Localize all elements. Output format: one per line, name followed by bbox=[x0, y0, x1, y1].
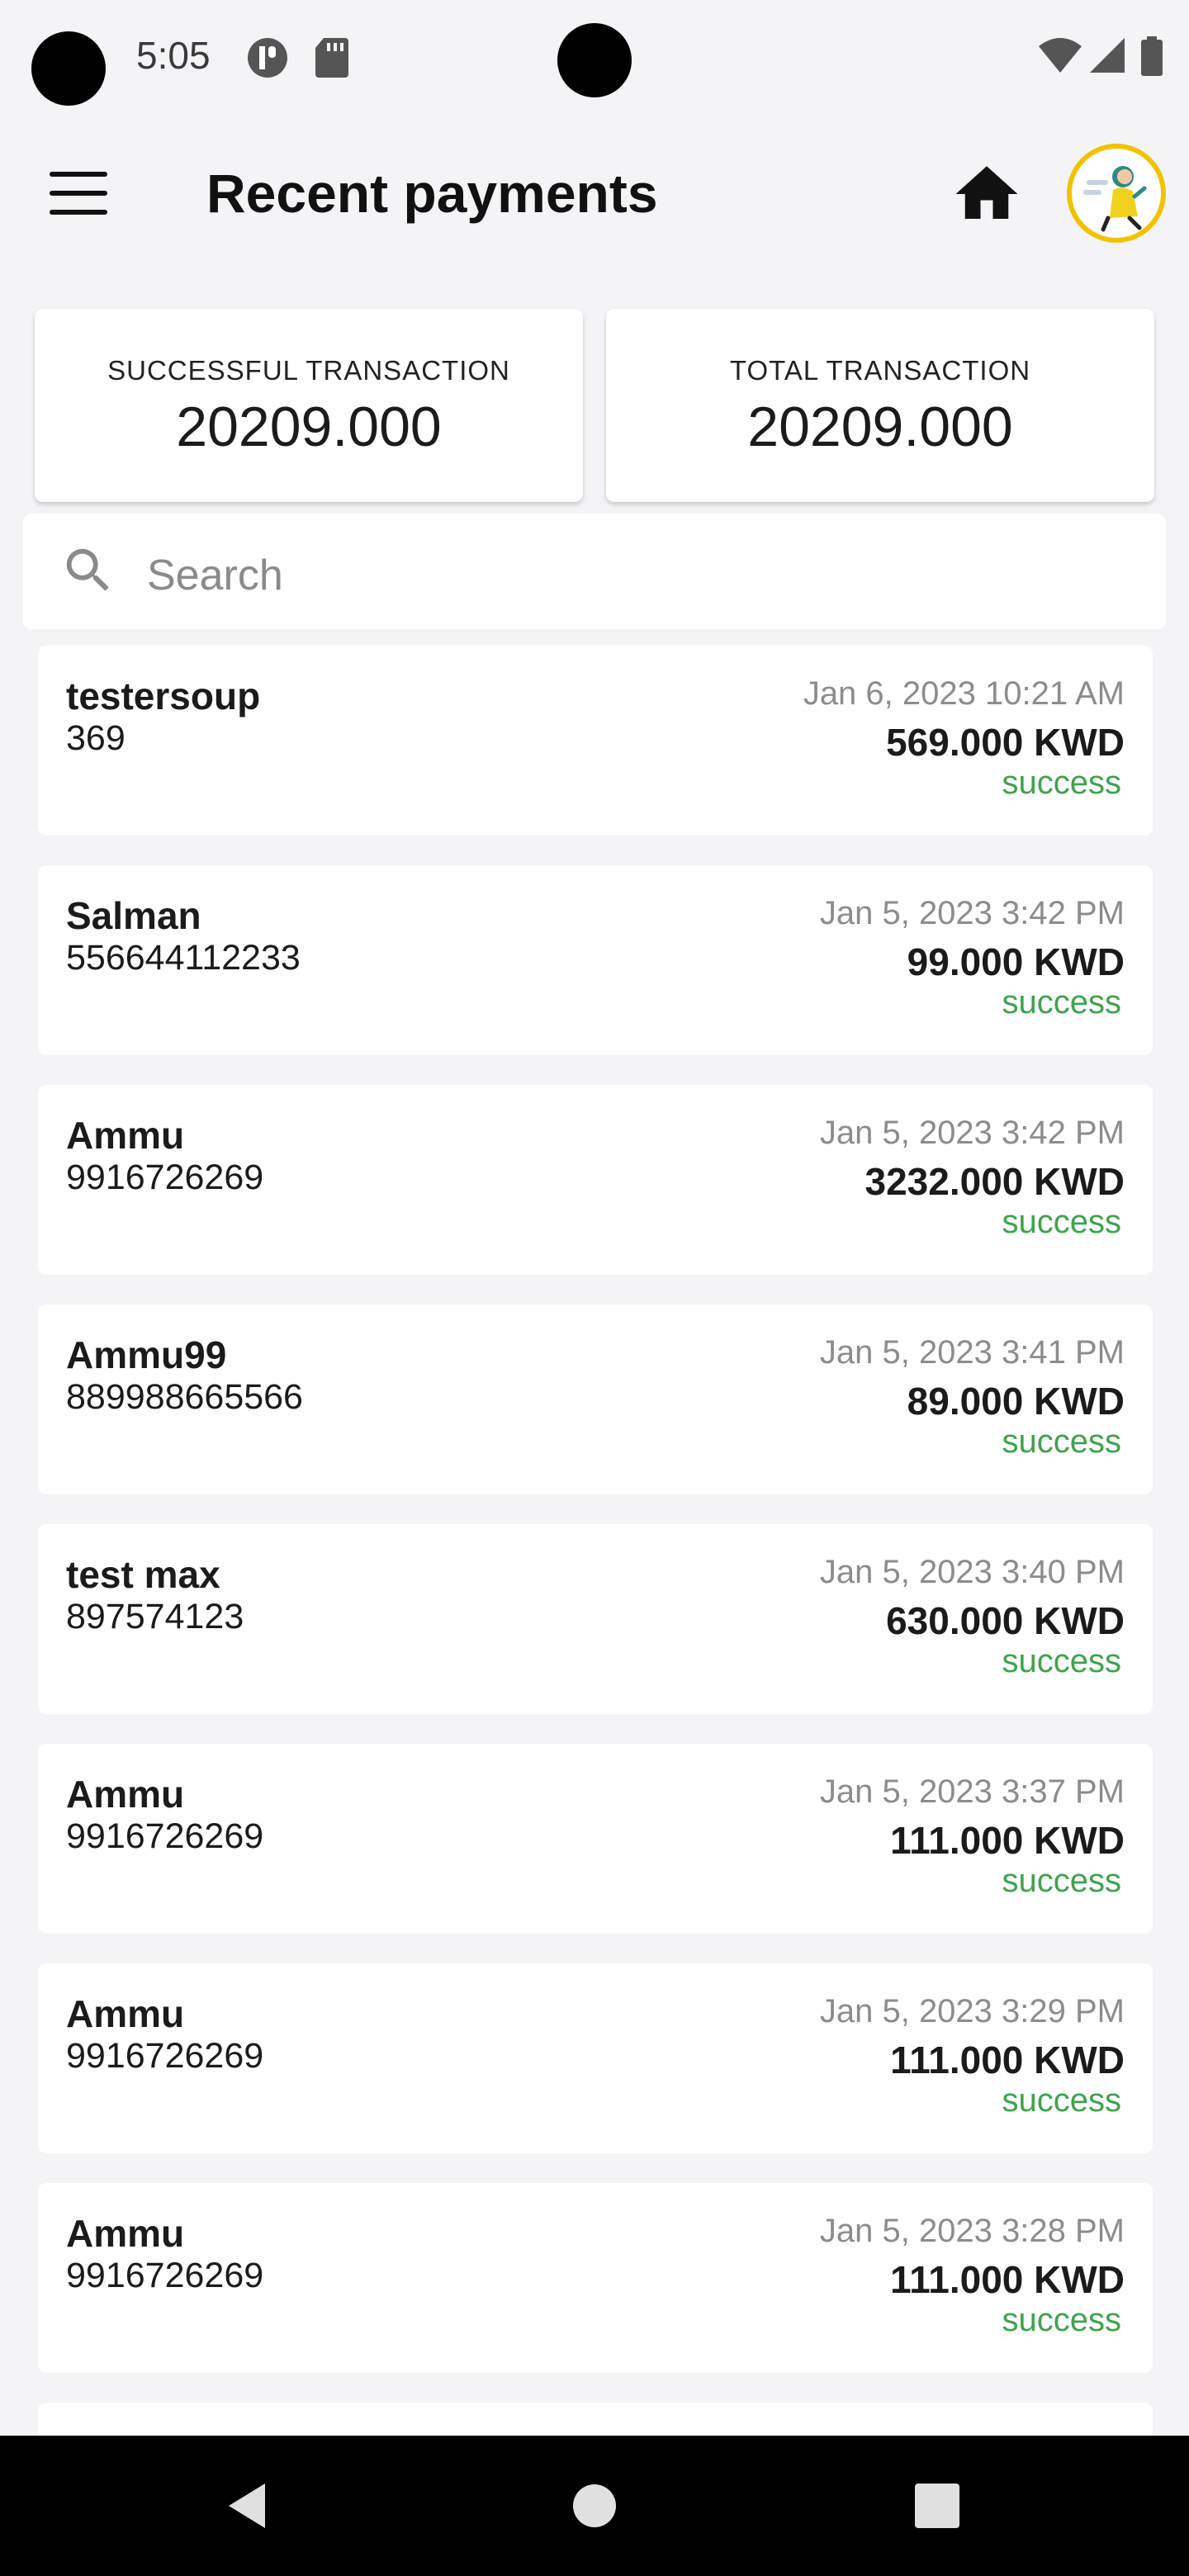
front-camera bbox=[557, 23, 632, 97]
home-nav-icon[interactable] bbox=[566, 2477, 623, 2535]
payment-amount: 89.000 KWD bbox=[907, 1380, 1125, 1423]
summary-label: SUCCESSFUL TRANSACTION bbox=[107, 355, 510, 386]
payer-name: Ammu bbox=[66, 1773, 185, 1816]
camera-cutout bbox=[31, 31, 106, 106]
payment-date: Jan 5, 2023 3:29 PM bbox=[819, 1993, 1125, 2029]
signal-icon bbox=[1090, 38, 1125, 73]
app-notification-icon bbox=[248, 38, 287, 78]
payment-item[interactable]: Ammu 9916726269 Jan 5, 2023 3:42 PM 3232… bbox=[38, 1085, 1153, 1275]
successful-transaction-card: SUCCESSFUL TRANSACTION 20209.000 bbox=[35, 309, 583, 502]
payment-amount: 111.000 KWD bbox=[890, 2258, 1125, 2301]
payer-name: Salman bbox=[66, 894, 201, 937]
payment-date: Jan 5, 2023 3:41 PM bbox=[819, 1334, 1125, 1371]
payment-status: success bbox=[1002, 2082, 1122, 2119]
payer-name: Ammu bbox=[66, 1992, 185, 2035]
payer-phone: 556644112233 bbox=[66, 938, 301, 978]
payer-name: testersoup bbox=[66, 675, 261, 717]
summary-value: 20209.000 bbox=[176, 395, 442, 458]
payer-name: test max bbox=[66, 1553, 220, 1596]
payment-item[interactable]: Ammu 9916726269 Jan 5, 2023 3:29 PM 111.… bbox=[38, 1963, 1153, 2153]
search-bar[interactable] bbox=[23, 514, 1166, 629]
payment-amount: 569.000 KWD bbox=[886, 721, 1125, 764]
status-bar: 5:05 bbox=[0, 0, 1189, 116]
payment-status: success bbox=[1002, 1643, 1122, 1679]
payment-item[interactable]: Ammu99 889988665566 Jan 5, 2023 3:41 PM … bbox=[38, 1305, 1153, 1494]
payer-phone: 9916726269 bbox=[66, 2036, 264, 2076]
payer-name: Ammu bbox=[66, 2212, 185, 2255]
payment-status: success bbox=[1002, 984, 1122, 1020]
status-time: 5:05 bbox=[136, 34, 211, 77]
system-nav-bar bbox=[0, 2436, 1189, 2576]
payment-item-partial[interactable] bbox=[38, 2403, 1153, 2436]
back-icon[interactable] bbox=[219, 2477, 277, 2535]
payment-status: success bbox=[1002, 765, 1122, 801]
payment-amount: 111.000 KWD bbox=[890, 1819, 1125, 1862]
payment-date: Jan 5, 2023 3:42 PM bbox=[819, 1115, 1125, 1151]
payment-date: Jan 5, 2023 3:37 PM bbox=[819, 1773, 1125, 1810]
avatar[interactable] bbox=[1067, 144, 1166, 243]
search-input[interactable] bbox=[147, 547, 1055, 604]
payment-status: success bbox=[1002, 1204, 1122, 1240]
recents-icon[interactable] bbox=[908, 2477, 966, 2535]
payment-list[interactable]: testersoup 369 Jan 6, 2023 10:21 AM 569.… bbox=[38, 646, 1153, 2436]
total-transaction-card: TOTAL TRANSACTION 20209.000 bbox=[606, 309, 1154, 502]
payer-phone: 9916726269 bbox=[66, 1158, 264, 1197]
payment-amount: 630.000 KWD bbox=[886, 1599, 1125, 1642]
battery-icon bbox=[1141, 36, 1163, 76]
payment-status: success bbox=[1002, 2302, 1122, 2338]
payment-amount: 111.000 KWD bbox=[890, 2039, 1125, 2081]
avatar-illustration bbox=[1083, 166, 1147, 232]
payment-item[interactable]: Ammu 9916726269 Jan 5, 2023 3:28 PM 111.… bbox=[38, 2183, 1153, 2373]
payment-item[interactable]: testersoup 369 Jan 6, 2023 10:21 AM 569.… bbox=[38, 646, 1153, 836]
payer-phone: 889988665566 bbox=[66, 1377, 303, 1417]
payer-phone: 9916726269 bbox=[66, 1816, 264, 1856]
payment-date: Jan 5, 2023 3:28 PM bbox=[819, 2213, 1125, 2249]
payment-amount: 99.000 KWD bbox=[907, 940, 1125, 983]
summary-value: 20209.000 bbox=[747, 395, 1013, 458]
payment-item[interactable]: test max 897574123 Jan 5, 2023 3:40 PM 6… bbox=[38, 1524, 1153, 1714]
app-bar: Recent payments bbox=[0, 124, 1189, 264]
page-title: Recent payments bbox=[206, 163, 658, 224]
wifi-icon bbox=[1039, 38, 1082, 73]
payment-date: Jan 5, 2023 3:40 PM bbox=[819, 1554, 1125, 1590]
sd-card-icon bbox=[315, 38, 348, 78]
payment-status: success bbox=[1002, 1863, 1122, 1899]
search-icon bbox=[66, 548, 109, 591]
payment-item[interactable]: Ammu 9916726269 Jan 5, 2023 3:37 PM 111.… bbox=[38, 1744, 1153, 1934]
payment-date: Jan 6, 2023 10:21 AM bbox=[803, 675, 1125, 712]
payer-name: Ammu99 bbox=[66, 1333, 227, 1376]
payer-phone: 897574123 bbox=[66, 1597, 244, 1636]
payer-name: Ammu bbox=[66, 1114, 185, 1157]
payment-date: Jan 5, 2023 3:42 PM bbox=[819, 895, 1125, 931]
payer-phone: 9916726269 bbox=[66, 2256, 264, 2295]
payment-status: success bbox=[1002, 1423, 1122, 1460]
payment-amount: 3232.000 KWD bbox=[865, 1160, 1125, 1203]
payer-phone: 369 bbox=[66, 718, 126, 758]
payment-item[interactable]: Salman 556644112233 Jan 5, 2023 3:42 PM … bbox=[38, 865, 1153, 1055]
menu-icon[interactable] bbox=[50, 172, 107, 216]
summary-label: TOTAL TRANSACTION bbox=[729, 355, 1031, 386]
home-icon[interactable] bbox=[950, 157, 1024, 231]
